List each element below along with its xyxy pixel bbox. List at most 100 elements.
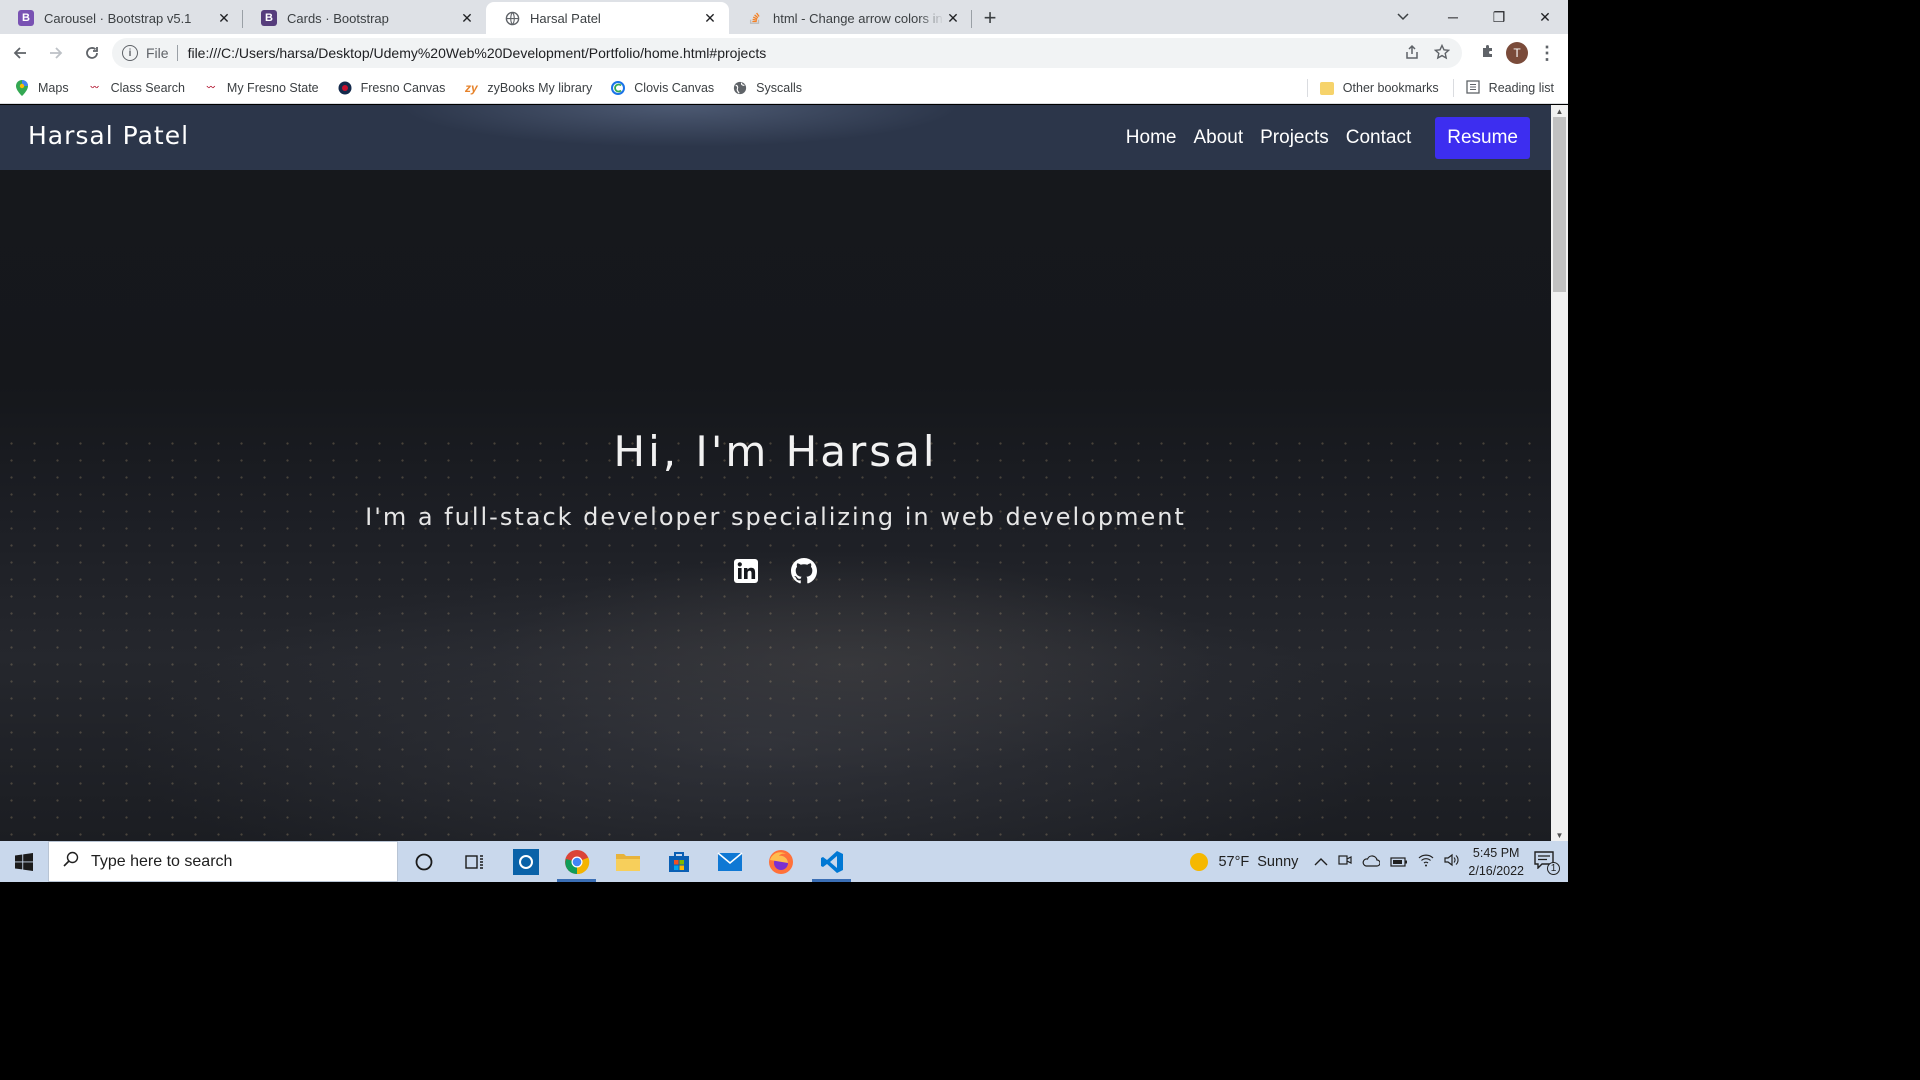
site-brand[interactable]: Harsal Patel — [28, 121, 189, 150]
weather-widget[interactable]: 57°F Sunny — [1190, 852, 1299, 871]
reading-list-icon — [1466, 79, 1480, 97]
globe-icon — [504, 10, 520, 26]
browser-tab-1[interactable]: B Carousel · Bootstrap v5.1 ✕ — [0, 2, 243, 34]
scrollbar-thumb[interactable] — [1553, 117, 1566, 292]
windows-taskbar: Type here to search 57°F Sunny 5:45 PM 2… — [0, 841, 1568, 882]
wifi-icon[interactable] — [1418, 853, 1434, 870]
chevron-up-icon[interactable] — [1314, 854, 1328, 870]
bootstrap-icon: B — [18, 10, 34, 26]
volume-icon[interactable] — [1444, 853, 1460, 870]
mail-icon[interactable] — [704, 841, 755, 882]
microsoft-store-icon[interactable] — [653, 841, 704, 882]
dell-app-icon[interactable] — [500, 841, 551, 882]
scroll-up-arrow-icon[interactable]: ▲ — [1551, 105, 1568, 117]
url-scheme: File — [146, 45, 169, 61]
bookmark-divider — [1306, 79, 1308, 97]
fresno-state-icon: 〰 — [206, 83, 215, 92]
bookmark-class-search[interactable]: 〰 Class Search — [87, 80, 185, 96]
file-explorer-icon[interactable] — [602, 841, 653, 882]
address-bar[interactable]: i File file:///C:/Users/harsa/Desktop/Ud… — [112, 38, 1462, 68]
stackoverflow-icon — [747, 10, 763, 26]
menu-kebab-icon[interactable]: ⋮ — [1538, 43, 1556, 64]
github-icon[interactable] — [791, 558, 817, 584]
bookmark-label: Maps — [38, 80, 69, 95]
bookmarks-bar: Maps 〰 Class Search 〰 My Fresno State Fr… — [0, 72, 1568, 104]
window-controls: ─ ❐ ✕ — [1430, 0, 1568, 34]
vscode-icon[interactable] — [806, 841, 857, 882]
bookmark-label: Fresno Canvas — [360, 80, 446, 95]
search-icon — [63, 851, 79, 872]
bookmark-zybooks[interactable]: zy zyBooks My library — [463, 80, 592, 96]
browser-tab-4[interactable]: html - Change arrow colors in Bo ✕ — [729, 2, 972, 34]
fresno-state-icon: 〰 — [90, 83, 99, 92]
close-icon[interactable]: ✕ — [458, 9, 476, 27]
restore-icon[interactable]: ❐ — [1476, 0, 1522, 34]
sun-icon — [1190, 852, 1209, 871]
back-arrow-icon[interactable] — [4, 37, 36, 69]
nav-contact[interactable]: Contact — [1346, 127, 1411, 149]
browser-toolbar: i File file:///C:/Users/harsa/Desktop/Ud… — [0, 34, 1568, 72]
scroll-down-arrow-icon[interactable]: ▼ — [1551, 829, 1568, 841]
battery-icon[interactable] — [1390, 854, 1408, 870]
notifications-icon[interactable]: 1 — [1534, 851, 1560, 875]
canvas-icon — [337, 80, 353, 96]
browser-tab-2[interactable]: B Cards · Bootstrap ✕ — [243, 2, 486, 34]
weather-text: Sunny — [1257, 853, 1299, 870]
nav-home[interactable]: Home — [1126, 127, 1177, 149]
site-info-icon[interactable]: i — [122, 45, 138, 61]
reading-list[interactable]: Reading list — [1489, 81, 1554, 95]
task-view-icon[interactable] — [449, 841, 500, 882]
extensions-puzzle-icon[interactable] — [1480, 43, 1496, 64]
share-icon[interactable] — [1404, 44, 1420, 63]
weather-temp: 57°F — [1218, 853, 1250, 870]
hero-section: Hi, I'm Harsal I'm a full-stack develope… — [0, 105, 1551, 841]
tab-title: html - Change arrow colors in Bo — [773, 10, 944, 26]
bookmark-maps[interactable]: Maps — [14, 79, 69, 96]
reload-icon[interactable] — [76, 37, 108, 69]
maps-pin-icon — [14, 79, 30, 96]
bookmark-fresno-canvas[interactable]: Fresno Canvas — [337, 80, 446, 96]
close-icon[interactable]: ✕ — [701, 9, 719, 27]
bookmark-divider — [1452, 79, 1454, 97]
taskbar-clock[interactable]: 5:45 PM 2/16/2022 — [1468, 844, 1524, 880]
close-icon[interactable]: ✕ — [944, 9, 962, 27]
minimize-icon[interactable]: ─ — [1430, 0, 1476, 34]
forward-arrow-icon[interactable] — [40, 37, 72, 69]
linkedin-icon[interactable] — [733, 558, 759, 584]
tab-search-chevron-icon[interactable] — [1388, 0, 1418, 34]
zybooks-icon: zy — [465, 80, 478, 95]
clovis-icon — [610, 80, 626, 96]
cortana-icon[interactable] — [398, 841, 449, 882]
clock-time: 5:45 PM — [1472, 845, 1520, 860]
resume-button[interactable]: Resume — [1435, 117, 1530, 159]
other-bookmarks[interactable]: Other bookmarks — [1343, 81, 1439, 95]
meet-now-icon[interactable] — [1338, 853, 1352, 870]
bookmark-syscalls[interactable]: Syscalls — [732, 80, 802, 96]
browser-tab-3[interactable]: Harsal Patel ✕ — [486, 2, 729, 34]
taskbar-search-box[interactable]: Type here to search — [48, 841, 398, 882]
new-tab-button[interactable]: + — [972, 2, 1008, 34]
chrome-icon[interactable] — [551, 841, 602, 882]
onedrive-cloud-icon[interactable] — [1362, 854, 1381, 870]
bookmark-label: Syscalls — [756, 80, 803, 95]
tab-title: Cards · Bootstrap — [287, 10, 389, 26]
notification-badge: 1 — [1547, 862, 1560, 875]
star-bookmark-icon[interactable] — [1433, 43, 1451, 63]
close-icon[interactable]: ✕ — [215, 9, 233, 27]
site-navbar: Harsal Patel Home About Projects Contact… — [0, 105, 1551, 170]
folder-icon — [1319, 81, 1334, 95]
system-tray: 57°F Sunny 5:45 PM 2/16/2022 1 — [1190, 841, 1568, 882]
url-text[interactable]: file:///C:/Users/harsa/Desktop/Udemy%20W… — [188, 45, 767, 61]
bookmark-label: My Fresno State — [226, 80, 319, 95]
profile-avatar[interactable]: T — [1506, 42, 1528, 64]
nav-projects[interactable]: Projects — [1260, 127, 1329, 149]
bookmark-my-fresno-state[interactable]: 〰 My Fresno State — [203, 80, 319, 96]
nav-about[interactable]: About — [1193, 127, 1243, 149]
tab-strip: B Carousel · Bootstrap v5.1 ✕ B Cards · … — [0, 0, 1568, 34]
firefox-icon[interactable] — [755, 841, 806, 882]
windows-start-icon[interactable] — [0, 841, 48, 882]
close-window-icon[interactable]: ✕ — [1522, 0, 1568, 34]
page-scrollbar[interactable]: ▲ ▼ — [1551, 105, 1568, 841]
social-links — [733, 558, 817, 584]
bookmark-clovis-canvas[interactable]: Clovis Canvas — [610, 80, 714, 96]
